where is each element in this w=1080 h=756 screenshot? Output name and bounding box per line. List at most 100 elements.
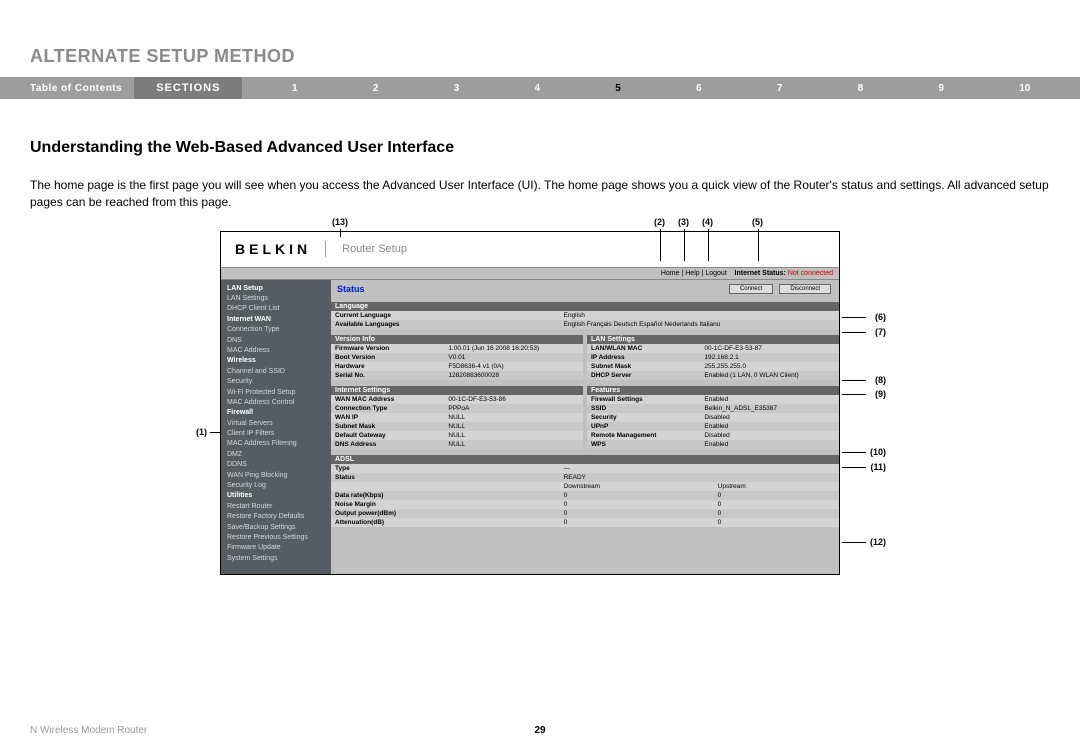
callout-label: (2) (654, 217, 665, 227)
sidebar-item[interactable]: Channel and SSID (221, 367, 331, 377)
sidebar-item[interactable]: Virtual Servers (221, 419, 331, 429)
sidebar-item[interactable]: Utilities (221, 491, 331, 501)
page-footer: N Wireless Modem Router 29 (0, 725, 1080, 736)
section-number-list: 1 2 3 4 5 6 7 8 9 10 (242, 83, 1080, 94)
row-value: 0 (714, 518, 839, 527)
row-value: 192.168.2.1 (700, 353, 839, 362)
version-table: Firmware Version1.00.01 (Jun 16 2008 16:… (331, 344, 583, 380)
sidebar-item[interactable]: Firewall (221, 408, 331, 418)
row-label: Type (331, 464, 560, 473)
topbar-links[interactable]: Home | Help | Logout (661, 270, 727, 277)
row-value: 1.00.01 (Jun 16 2008 16:20:53) (444, 344, 583, 353)
row-label: Data rate(Kbps) (331, 491, 560, 500)
row-label: DHCP Server (587, 371, 700, 380)
row-value: 0 (560, 518, 714, 527)
sidebar-item[interactable]: Wireless (221, 356, 331, 366)
adsl-head: Upstream (714, 482, 839, 491)
row-label: Current Language (331, 311, 560, 320)
row-value: Disabled (700, 413, 839, 422)
internet-title: Internet Settings (331, 386, 583, 395)
product-name: N Wireless Modem Router (30, 725, 147, 736)
diagram: (13) (2) (3) (4) (5) BELKIN Router Setup… (200, 217, 880, 576)
section-link-10[interactable]: 10 (1019, 83, 1030, 94)
adsl-title: ADSL (331, 455, 839, 464)
sidebar-item[interactable]: LAN Setup (221, 284, 331, 294)
connect-button[interactable]: Connect (729, 284, 773, 294)
row-value: 00-1C-DF-E3-53-87 (700, 344, 839, 353)
row-label: Status (331, 473, 560, 482)
sidebar-item[interactable]: Restore Previous Settings (221, 533, 331, 543)
sidebar-item[interactable]: Restore Factory Defaults (221, 512, 331, 522)
sidebar-item[interactable]: DMZ (221, 450, 331, 460)
section-link-1[interactable]: 1 (292, 83, 298, 94)
screenshot-header: BELKIN Router Setup (221, 232, 839, 268)
row-value: 0 (714, 509, 839, 518)
language-title: Language (331, 302, 839, 311)
sidebar-item[interactable]: Client IP Filters (221, 429, 331, 439)
row-value: Enabled (700, 395, 839, 404)
row-label: Default Gateway (331, 431, 444, 440)
sidebar-item[interactable]: System Settings (221, 554, 331, 564)
router-setup-label: Router Setup (326, 243, 407, 255)
adsl-head (331, 482, 560, 491)
sidebar-item[interactable]: DDNS (221, 460, 331, 470)
sidebar-item[interactable]: MAC Address (221, 346, 331, 356)
row-value: English (560, 311, 839, 320)
callout-label: (4) (702, 217, 713, 227)
row-value: Belkin_N_ADSL_E35387 (700, 404, 839, 413)
sidebar-item[interactable]: MAC Address Filtering (221, 439, 331, 449)
row-value: 12820883600028 (444, 371, 583, 380)
sidebar-item[interactable]: Restart Router (221, 502, 331, 512)
sidebar-item[interactable]: Internet WAN (221, 315, 331, 325)
section-link-3[interactable]: 3 (454, 83, 460, 94)
internet-status-value: Not connected (788, 270, 833, 277)
toc-link[interactable]: Table of Contents (0, 83, 134, 94)
page-number: 29 (534, 725, 545, 736)
callouts-top: (13) (2) (3) (4) (5) (200, 217, 880, 231)
row-label: Output power(dBm) (331, 509, 560, 518)
sidebar-item[interactable]: Firmware Update (221, 543, 331, 553)
row-label: WAN MAC Address (331, 395, 444, 404)
row-label: IP Address (587, 353, 700, 362)
section-link-4[interactable]: 4 (534, 83, 540, 94)
status-heading: Status (337, 284, 365, 294)
adsl-head: Downstream (560, 482, 714, 491)
sidebar-item[interactable]: Save/Backup Settings (221, 523, 331, 533)
section-link-6[interactable]: 6 (696, 83, 702, 94)
row-value: English Français Deutsch Español Nederla… (560, 320, 839, 329)
row-value: NULL (444, 413, 583, 422)
section-link-5[interactable]: 5 (615, 83, 621, 94)
callout-label: (10) (870, 447, 886, 457)
row-label: Attenuation(dB) (331, 518, 560, 527)
screenshot-sidebar[interactable]: LAN SetupLAN SettingsDHCP Client ListInt… (221, 280, 331, 575)
row-label: UPnP (587, 422, 700, 431)
callout-label: (13) (332, 217, 348, 227)
row-value: Enabled (700, 422, 839, 431)
sidebar-item[interactable]: Security Log (221, 481, 331, 491)
sidebar-item[interactable]: Connection Type (221, 325, 331, 335)
section-link-7[interactable]: 7 (777, 83, 783, 94)
sidebar-item[interactable]: WAN Ping Blocking (221, 471, 331, 481)
disconnect-button[interactable]: Disconnect (779, 284, 831, 294)
section-link-8[interactable]: 8 (858, 83, 864, 94)
subheading: Understanding the Web-Based Advanced Use… (30, 139, 1050, 157)
row-value: READY (560, 473, 714, 482)
section-link-9[interactable]: 9 (938, 83, 944, 94)
sidebar-item[interactable]: Security (221, 377, 331, 387)
sidebar-item[interactable]: Wi-Fi Protected Setup (221, 388, 331, 398)
row-value: 0 (560, 500, 714, 509)
sidebar-item[interactable]: LAN Settings (221, 294, 331, 304)
sidebar-item[interactable]: DNS (221, 336, 331, 346)
row-label: Boot Version (331, 353, 444, 362)
callout-label: (9) (875, 389, 886, 399)
callout-label: (8) (875, 375, 886, 385)
row-value: 0 (714, 500, 839, 509)
intro-paragraph: The home page is the first page you will… (30, 177, 1050, 211)
row-value: 0 (560, 491, 714, 500)
row-label: WPS (587, 440, 700, 449)
features-table: Firewall SettingsEnabledSSIDBelkin_N_ADS… (587, 395, 839, 449)
sidebar-item[interactable]: DHCP Client List (221, 304, 331, 314)
sidebar-item[interactable]: MAC Address Control (221, 398, 331, 408)
features-title: Features (587, 386, 839, 395)
section-link-2[interactable]: 2 (373, 83, 379, 94)
